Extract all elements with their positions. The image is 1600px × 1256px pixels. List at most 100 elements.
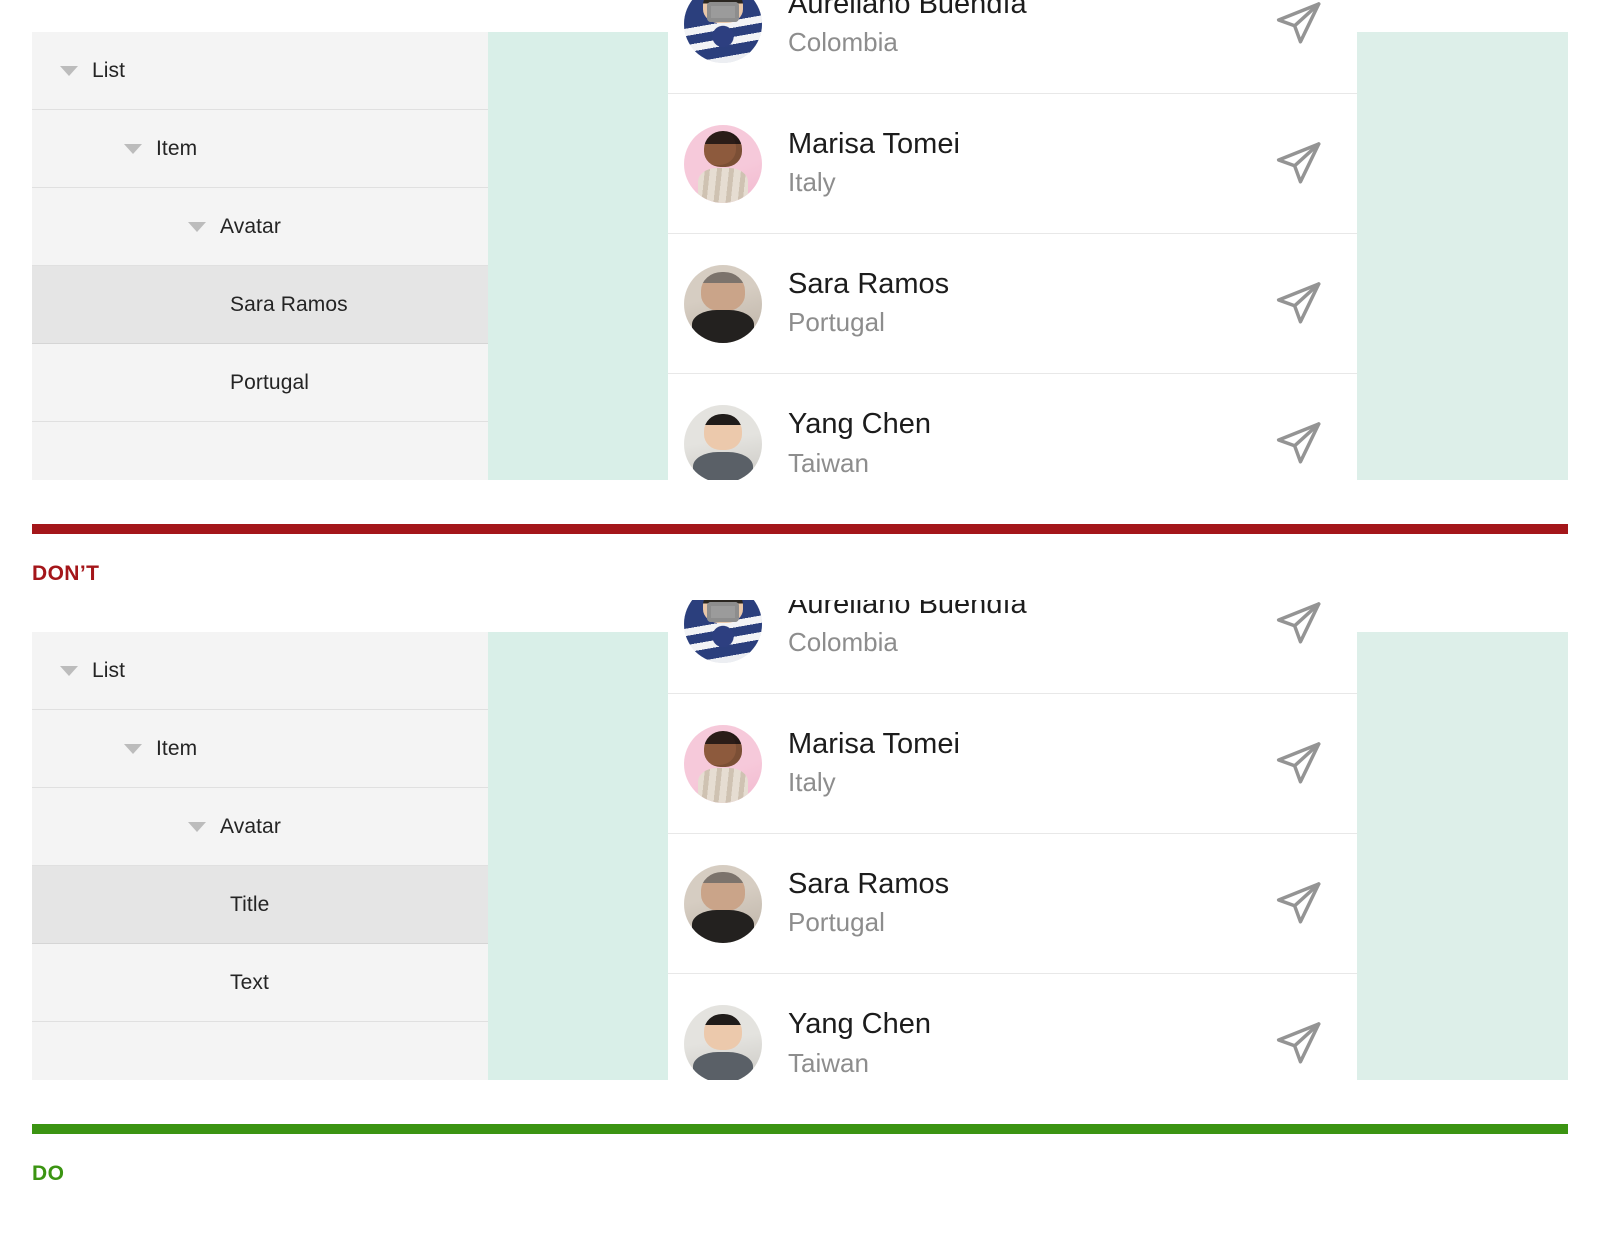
list-item[interactable]: Sara Ramos Portugal	[668, 234, 1357, 374]
list-item-subtitle: Colombia	[788, 27, 898, 58]
avatar	[684, 1005, 762, 1080]
verdict-label-do: DO	[32, 1162, 65, 1185]
list-item-text: Sara Ramos Portugal	[788, 267, 1271, 340]
list-item-title: Aureliano Buendía	[788, 0, 1027, 20]
list-item[interactable]: Sara Ramos Portugal	[668, 834, 1357, 974]
divider-bar-do	[32, 1124, 1568, 1134]
list-item-title: Marisa Tomei	[788, 127, 960, 160]
verdict-label-dont: DON’T	[32, 562, 100, 585]
tree-row-label: Item	[156, 736, 198, 760]
tree-row-label: Text	[230, 970, 269, 994]
tree-row[interactable]: Item	[32, 110, 488, 188]
avatar-photo	[684, 405, 762, 480]
send-icon[interactable]	[1271, 417, 1325, 471]
send-icon[interactable]	[1271, 1017, 1325, 1071]
list-item-title: Marisa Tomei	[788, 727, 960, 760]
avatar	[684, 0, 762, 63]
tree-row[interactable]: Avatar	[32, 788, 488, 866]
tree-row[interactable]: Avatar	[32, 188, 488, 266]
section-do: List Item Avatar Title Text Aureliano Buendí…	[0, 600, 1600, 1256]
tree-row[interactable]: List	[32, 32, 488, 110]
list-item-text: Aureliano Buendía Colombia	[788, 600, 1271, 660]
list-item-text: Marisa Tomei Italy	[788, 127, 1271, 200]
send-icon[interactable]	[1271, 737, 1325, 791]
divider-bar-dont	[32, 524, 1568, 534]
list-item-subtitle: Taiwan	[788, 1047, 869, 1078]
list-item-subtitle: Italy	[788, 167, 836, 198]
avatar-photo	[684, 264, 762, 343]
chevron-down-icon[interactable]	[188, 221, 206, 232]
list-item-title: Sara Ramos	[788, 867, 950, 900]
send-icon[interactable]	[1271, 277, 1325, 331]
tree-row-label: Item	[156, 136, 198, 160]
section-dont: List Item Avatar Sara Ramos Portugal Aurelia…	[0, 0, 1600, 600]
avatar	[684, 864, 762, 943]
avatar	[684, 405, 762, 480]
layer-tree-panel-dont: List Item Avatar Sara Ramos Portugal	[32, 32, 488, 480]
list-item-text: Aureliano Buendía Colombia	[788, 0, 1271, 60]
tree-row-label: Title	[230, 892, 270, 916]
list-item-text: Marisa Tomei Italy	[788, 727, 1271, 800]
list-item[interactable]: Aureliano Buendía Colombia	[668, 0, 1357, 94]
mint-spacer-left-dont	[488, 32, 668, 480]
chevron-down-icon[interactable]	[60, 65, 78, 76]
chevron-down-icon[interactable]	[60, 665, 78, 676]
send-icon[interactable]	[1271, 877, 1325, 931]
list-item-subtitle: Portugal	[788, 907, 885, 938]
list-item-title: Aureliano Buendía	[788, 600, 1027, 620]
list-item-title: Yang Chen	[788, 1008, 931, 1041]
mint-spacer-left-do	[488, 632, 668, 1080]
send-icon[interactable]	[1271, 0, 1325, 51]
tree-row[interactable]: Text	[32, 944, 488, 1022]
list-item-text: Yang Chen Taiwan	[788, 1007, 1271, 1080]
avatar-photo	[684, 124, 762, 203]
tree-row-empty[interactable]	[32, 1022, 488, 1080]
section-dont-canvas: List Item Avatar Sara Ramos Portugal Aurelia…	[0, 0, 1600, 480]
avatar-photo	[684, 724, 762, 803]
tree-row[interactable]: Item	[32, 710, 488, 788]
contact-list-do: Aureliano Buendía Colombia Marisa Tomei Ita…	[668, 600, 1357, 1080]
list-item-title: Yang Chen	[788, 408, 931, 441]
list-item[interactable]: Yang Chen Taiwan	[668, 374, 1357, 480]
tree-row-label: Avatar	[220, 214, 281, 238]
list-item[interactable]: Marisa Tomei Italy	[668, 694, 1357, 834]
avatar	[684, 124, 762, 203]
mint-spacer-right-dont	[1357, 32, 1568, 480]
tree-row-label: Sara Ramos	[230, 292, 348, 316]
avatar	[684, 264, 762, 343]
avatar-photo	[684, 1005, 762, 1080]
tree-row-label: Avatar	[220, 814, 281, 838]
tree-row[interactable]: Title	[32, 866, 488, 944]
tree-row-empty[interactable]	[32, 422, 488, 480]
avatar-photo	[684, 600, 762, 663]
list-item-subtitle: Colombia	[788, 627, 898, 658]
list-item-subtitle: Taiwan	[788, 447, 869, 478]
chevron-down-icon[interactable]	[124, 143, 142, 154]
send-icon[interactable]	[1271, 600, 1325, 651]
chevron-down-icon[interactable]	[188, 821, 206, 832]
avatar-photo	[684, 0, 762, 63]
tree-row-label: Portugal	[230, 370, 310, 394]
tree-row-label: List	[92, 58, 126, 82]
tree-row[interactable]: Sara Ramos	[32, 266, 488, 344]
mint-spacer-right-do	[1357, 632, 1568, 1080]
list-item[interactable]: Marisa Tomei Italy	[668, 94, 1357, 234]
avatar-photo	[684, 864, 762, 943]
tree-row-label: List	[92, 658, 126, 682]
layer-tree-panel-do: List Item Avatar Title Text	[32, 632, 488, 1080]
list-item-subtitle: Portugal	[788, 307, 885, 338]
list-item-text: Sara Ramos Portugal	[788, 867, 1271, 940]
list-item-subtitle: Italy	[788, 767, 836, 798]
chevron-down-icon[interactable]	[124, 743, 142, 754]
tree-row[interactable]: Portugal	[32, 344, 488, 422]
list-item-text: Yang Chen Taiwan	[788, 407, 1271, 480]
list-item-title: Sara Ramos	[788, 267, 950, 300]
avatar	[684, 724, 762, 803]
send-icon[interactable]	[1271, 137, 1325, 191]
list-item[interactable]: Aureliano Buendía Colombia	[668, 600, 1357, 694]
list-item[interactable]: Yang Chen Taiwan	[668, 974, 1357, 1080]
tree-row[interactable]: List	[32, 632, 488, 710]
contact-list-dont: Aureliano Buendía Colombia Marisa Tomei Ita…	[668, 0, 1357, 480]
section-do-canvas: List Item Avatar Title Text Aureliano Buendí…	[0, 600, 1600, 1080]
avatar	[684, 600, 762, 663]
